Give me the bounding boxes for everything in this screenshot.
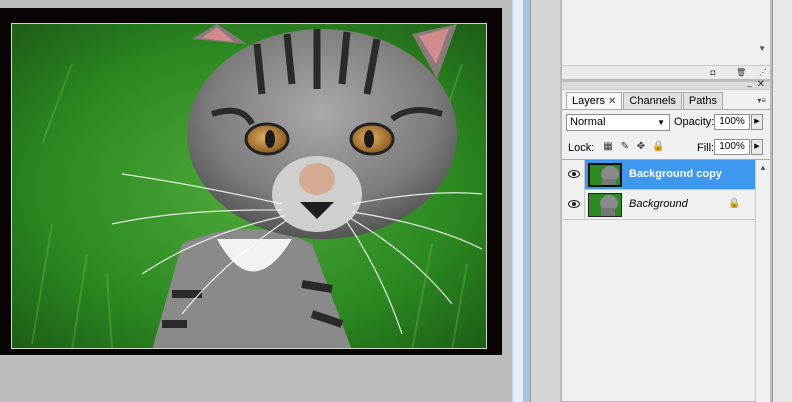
upper-panel: ▼ ◘ 🗑 ⋰: [561, 0, 771, 80]
layers-scrollbar[interactable]: ▲: [755, 160, 770, 402]
kitten-thumbnail: [589, 194, 621, 216]
fill-slider-toggle[interactable]: ▶: [751, 139, 763, 155]
fill-input[interactable]: 100%: [714, 139, 750, 155]
layer-lock-icon: 🔒: [728, 198, 741, 209]
layer-thumbnail: [588, 163, 622, 187]
opacity-label: Opacity:: [674, 116, 715, 128]
lock-icon[interactable]: 🔒: [652, 141, 664, 153]
kitten-thumbnail: [590, 165, 620, 185]
scroll-up-icon[interactable]: ▲: [759, 163, 767, 172]
layers-panel: – ✕ Layers ✕ Channels Paths ▾≡ Normal ▼ O…: [561, 80, 771, 402]
panel-menu-icon[interactable]: ▾≡: [757, 96, 766, 105]
new-document-icon[interactable]: ◘: [708, 68, 718, 77]
opacity-input[interactable]: 100%: [714, 114, 750, 130]
blend-mode-select[interactable]: Normal ▼: [566, 114, 670, 131]
layer-thumbnail: [588, 193, 622, 217]
tab-close-icon[interactable]: ✕: [608, 96, 616, 107]
opacity-slider-toggle[interactable]: ▶: [751, 114, 763, 130]
scroll-down-icon[interactable]: ▼: [758, 44, 766, 53]
tab-layers-label: Layers: [572, 95, 606, 107]
upper-panel-footer: ◘ 🗑 ⋰: [562, 65, 770, 79]
panel-tabs: Layers ✕ Channels Paths: [566, 92, 724, 110]
visibility-toggle[interactable]: [562, 190, 585, 220]
kitten-illustration: [12, 24, 486, 348]
visibility-toggle[interactable]: [562, 160, 585, 190]
chevron-down-icon: ▼: [657, 118, 665, 127]
layer-name: Background copy: [629, 168, 722, 180]
eye-icon: [568, 170, 580, 178]
tab-paths-label: Paths: [688, 95, 718, 107]
tab-channels[interactable]: Channels: [623, 92, 682, 110]
right-dock-edge: [772, 0, 792, 402]
checker-icon[interactable]: ▦: [602, 141, 614, 153]
panel-title-bar[interactable]: – ✕: [562, 80, 770, 91]
eye-icon: [568, 200, 580, 208]
tab-layers[interactable]: Layers ✕: [566, 92, 623, 110]
layer-row-background[interactable]: Background 🔒: [562, 190, 755, 220]
trash-icon[interactable]: 🗑: [736, 68, 746, 77]
close-icon[interactable]: ✕: [757, 80, 765, 90]
minimize-icon[interactable]: –: [747, 82, 752, 91]
lock-label: Lock:: [568, 142, 595, 154]
tab-channels-label: Channels: [629, 95, 676, 107]
fill-label: Fill:: [697, 142, 715, 154]
document-canvas[interactable]: [0, 8, 502, 355]
tab-paths[interactable]: Paths: [682, 92, 724, 110]
blend-mode-value: Normal: [570, 116, 606, 128]
photoshop-window: ▼ ◘ 🗑 ⋰ – ✕ Layers ✕ Channels Paths ▾≡ No…: [0, 0, 792, 402]
kitten-photo: [11, 23, 487, 349]
tab-underline: [562, 109, 770, 110]
move-icon[interactable]: ✥: [635, 141, 647, 153]
resize-grip-icon[interactable]: ⋰: [758, 68, 768, 77]
layer-name: Background: [629, 198, 688, 210]
panel-dock-strip: [530, 0, 560, 402]
layer-row-background-copy[interactable]: Background copy: [562, 160, 755, 190]
canvas-area[interactable]: [0, 0, 512, 402]
brush-icon[interactable]: ✎: [619, 141, 631, 153]
panel-divider[interactable]: [512, 0, 530, 402]
